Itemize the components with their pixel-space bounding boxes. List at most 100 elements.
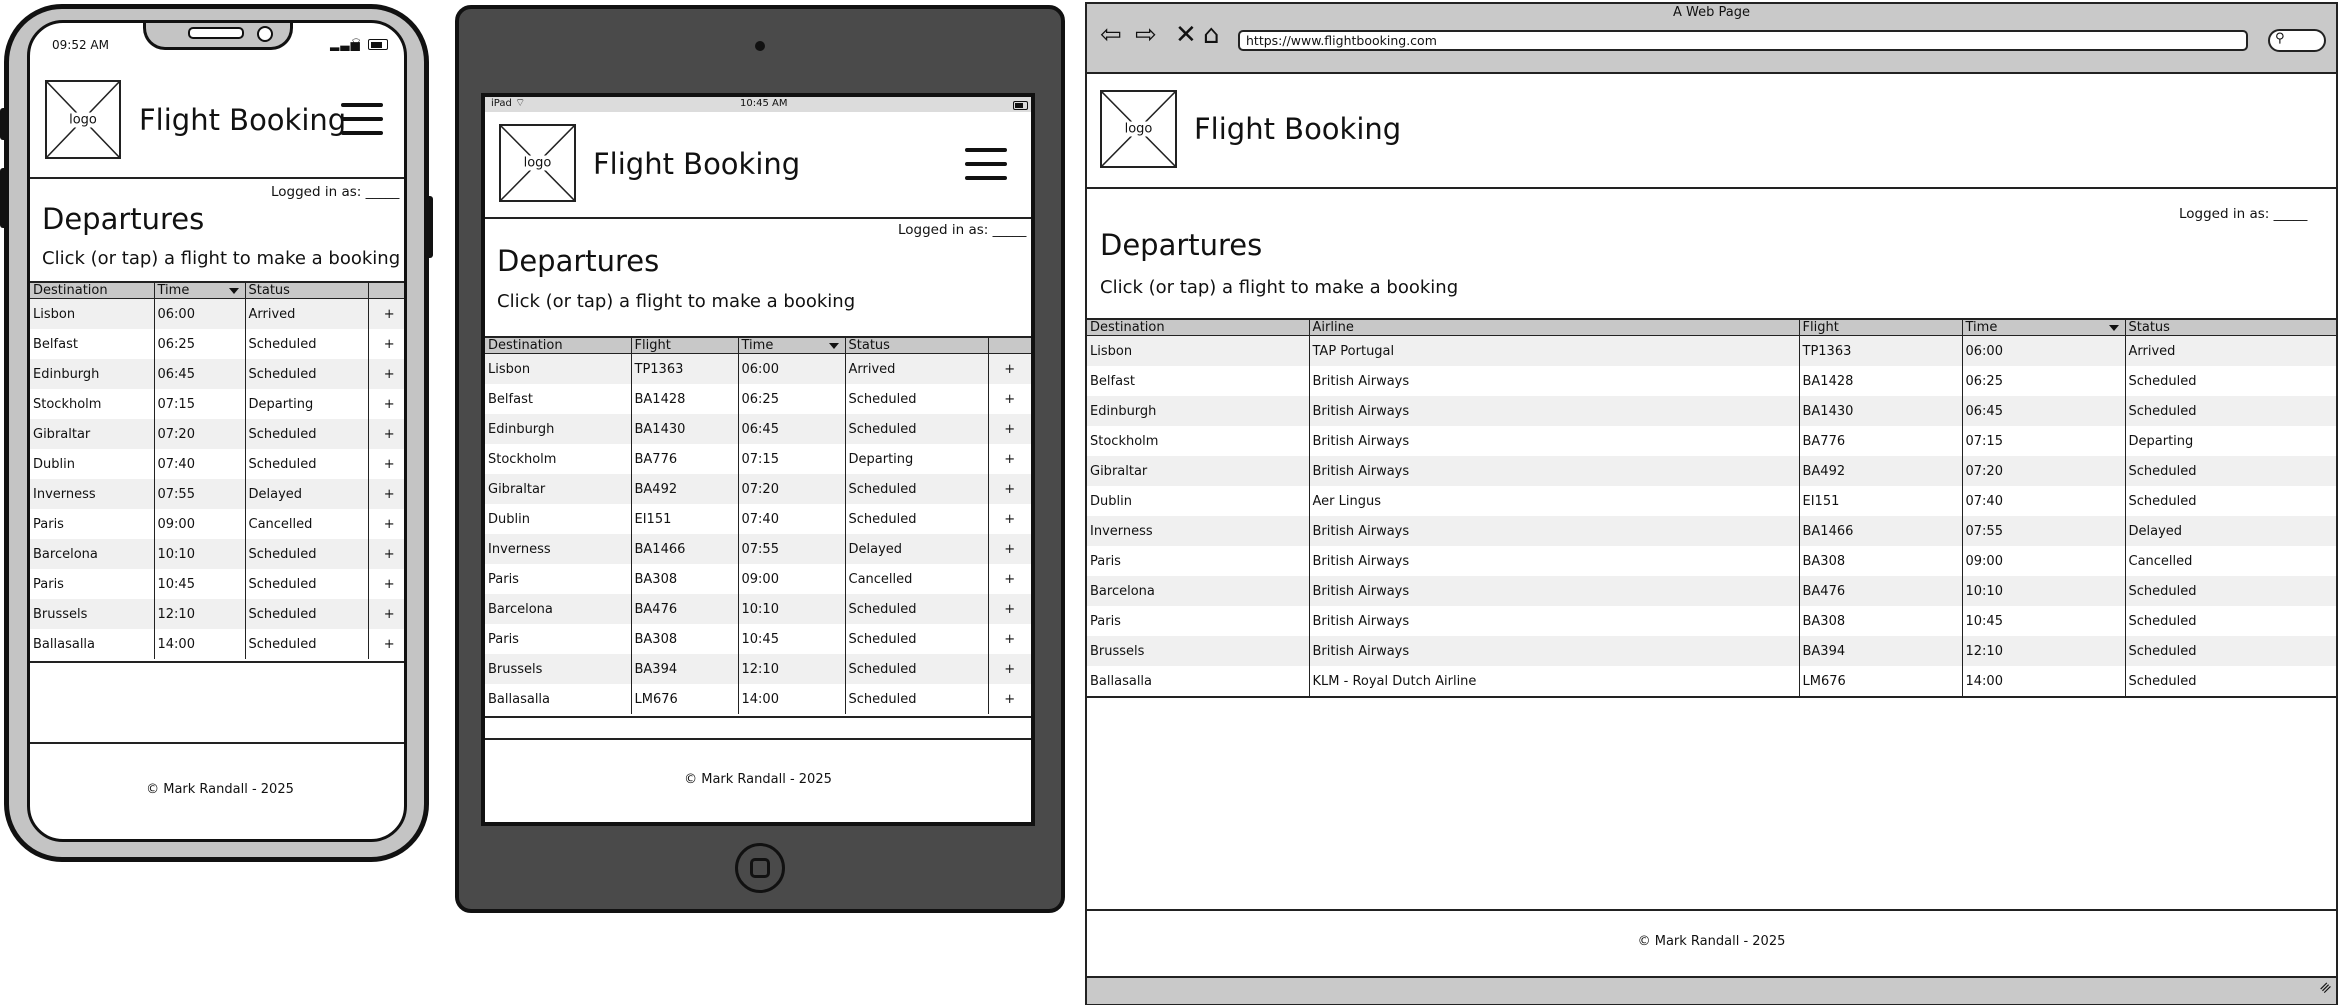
table-row[interactable]: Brussels British Airways BA394 12:10 Schedul… bbox=[1087, 636, 2336, 666]
table-row[interactable]: Belfast BA1428 06:25 Scheduled + bbox=[485, 384, 1031, 414]
column-header-time[interactable]: Time bbox=[153, 283, 245, 299]
table-row[interactable]: Ballasalla KLM - Royal Dutch Airline LM676… bbox=[1087, 666, 2336, 696]
address-bar[interactable]: https://www.flightbooking.com bbox=[1238, 30, 2248, 51]
book-flight-button[interactable]: + bbox=[367, 569, 404, 599]
table-row[interactable]: Lisbon 06:00 Arrived + bbox=[30, 298, 404, 329]
book-flight-button[interactable]: + bbox=[367, 329, 404, 359]
cell-destination: Inverness bbox=[30, 479, 154, 509]
table-row[interactable]: Edinburgh 06:45 Scheduled + bbox=[30, 359, 404, 389]
cell-airline: British Airways bbox=[1308, 636, 1799, 666]
cell-airline: British Airways bbox=[1308, 516, 1799, 546]
column-header-destination[interactable]: Destination bbox=[485, 338, 631, 354]
close-icon[interactable]: ✕ bbox=[1175, 22, 1197, 48]
forward-arrow-icon[interactable]: ⇨ bbox=[1135, 22, 1157, 48]
book-flight-button[interactable]: + bbox=[987, 654, 1031, 684]
book-flight-button[interactable]: + bbox=[987, 594, 1031, 624]
table-row[interactable]: Stockholm British Airways BA776 07:15 Depart… bbox=[1087, 426, 2336, 456]
table-row[interactable]: Belfast British Airways BA1428 06:25 Schedul… bbox=[1087, 366, 2336, 396]
page-title: Departures bbox=[497, 244, 660, 278]
home-button[interactable] bbox=[735, 843, 785, 893]
cell-status: Scheduled bbox=[844, 384, 988, 414]
home-icon[interactable]: ⌂ bbox=[1203, 22, 1220, 48]
table-row[interactable]: Brussels 12:10 Scheduled + bbox=[30, 599, 404, 629]
book-flight-button[interactable]: + bbox=[987, 624, 1031, 654]
book-flight-button[interactable]: + bbox=[367, 389, 404, 419]
column-header-destination[interactable]: Destination bbox=[30, 283, 154, 299]
book-flight-button[interactable]: + bbox=[367, 509, 404, 539]
cell-time: 06:00 bbox=[1961, 335, 2125, 366]
column-header-flight[interactable]: Flight bbox=[630, 338, 738, 354]
cell-flight: BA308 bbox=[630, 624, 738, 654]
table-row[interactable]: Ballasalla 14:00 Scheduled + bbox=[30, 629, 404, 659]
book-flight-button[interactable]: + bbox=[987, 534, 1031, 564]
table-row[interactable]: Paris 09:00 Cancelled + bbox=[30, 509, 404, 539]
table-row[interactable]: Barcelona BA476 10:10 Scheduled + bbox=[485, 594, 1031, 624]
cell-destination: Dublin bbox=[30, 449, 154, 479]
book-flight-button[interactable]: + bbox=[367, 298, 404, 329]
column-header-time[interactable]: Time bbox=[1961, 320, 2125, 336]
book-flight-button[interactable]: + bbox=[367, 629, 404, 659]
logo[interactable]: logo bbox=[1100, 90, 1177, 168]
cell-flight: BA492 bbox=[630, 474, 738, 504]
table-row[interactable]: Inverness British Airways BA1466 07:55 Delay… bbox=[1087, 516, 2336, 546]
column-header-status[interactable]: Status bbox=[2124, 320, 2336, 336]
book-flight-button[interactable]: + bbox=[987, 444, 1031, 474]
book-flight-button[interactable]: + bbox=[367, 449, 404, 479]
table-row[interactable]: Inverness 07:55 Delayed + bbox=[30, 479, 404, 509]
table-row[interactable]: Dublin EI151 07:40 Scheduled + bbox=[485, 504, 1031, 534]
column-header-airline[interactable]: Airline bbox=[1308, 320, 1799, 336]
table-row[interactable]: Dublin Aer Lingus EI151 07:40 Scheduled bbox=[1087, 486, 2336, 516]
logo[interactable]: logo bbox=[499, 124, 576, 202]
table-row[interactable]: Lisbon TAP Portugal TP1363 06:00 Arrived bbox=[1087, 335, 2336, 366]
resize-grip-icon[interactable]: ≡ bbox=[2316, 978, 2336, 998]
book-flight-button[interactable]: + bbox=[987, 353, 1031, 384]
table-row[interactable]: Gibraltar BA492 07:20 Scheduled + bbox=[485, 474, 1031, 504]
column-header-flight[interactable]: Flight bbox=[1798, 320, 1962, 336]
table-row[interactable]: Stockholm BA776 07:15 Departing + bbox=[485, 444, 1031, 474]
table-row[interactable]: Inverness BA1466 07:55 Delayed + bbox=[485, 534, 1031, 564]
book-flight-button[interactable]: + bbox=[987, 684, 1031, 714]
book-flight-button[interactable]: + bbox=[367, 479, 404, 509]
table-row[interactable]: Gibraltar British Airways BA492 07:20 Schedu… bbox=[1087, 456, 2336, 486]
book-flight-button[interactable]: + bbox=[367, 359, 404, 389]
table-row[interactable]: Belfast 06:25 Scheduled + bbox=[30, 329, 404, 359]
table-row[interactable]: Stockholm 07:15 Departing + bbox=[30, 389, 404, 419]
table-row[interactable]: Barcelona 10:10 Scheduled + bbox=[30, 539, 404, 569]
book-flight-button[interactable]: + bbox=[367, 539, 404, 569]
search-field[interactable]: ⚲ bbox=[2268, 29, 2326, 52]
sort-descending-icon[interactable] bbox=[828, 343, 839, 349]
hamburger-menu-icon[interactable] bbox=[341, 103, 383, 145]
book-flight-button[interactable]: + bbox=[367, 599, 404, 629]
table-row[interactable]: Paris British Airways BA308 09:00 Cancelled bbox=[1087, 546, 2336, 576]
sort-descending-icon[interactable] bbox=[2108, 325, 2119, 331]
book-flight-button[interactable]: + bbox=[987, 384, 1031, 414]
table-row[interactable]: Brussels BA394 12:10 Scheduled + bbox=[485, 654, 1031, 684]
column-header-time[interactable]: Time bbox=[737, 338, 845, 354]
logo[interactable]: logo bbox=[45, 80, 121, 159]
book-flight-button[interactable]: + bbox=[367, 419, 404, 449]
column-header-status[interactable]: Status bbox=[244, 283, 368, 299]
table-row[interactable]: Paris 10:45 Scheduled + bbox=[30, 569, 404, 599]
table-row[interactable]: Paris BA308 09:00 Cancelled + bbox=[485, 564, 1031, 594]
table-row[interactable]: Paris BA308 10:45 Scheduled + bbox=[485, 624, 1031, 654]
sort-descending-icon[interactable] bbox=[228, 288, 239, 294]
table-row[interactable]: Barcelona British Airways BA476 10:10 Schedu… bbox=[1087, 576, 2336, 606]
column-header-destination[interactable]: Destination bbox=[1087, 320, 1309, 336]
table-row[interactable]: Paris British Airways BA308 10:45 Scheduled bbox=[1087, 606, 2336, 636]
book-flight-button[interactable]: + bbox=[987, 414, 1031, 444]
table-row[interactable]: Lisbon TP1363 06:00 Arrived + bbox=[485, 353, 1031, 384]
book-flight-button[interactable]: + bbox=[987, 564, 1031, 594]
book-flight-button[interactable]: + bbox=[987, 504, 1031, 534]
cell-time: 09:00 bbox=[737, 564, 845, 594]
cell-destination: Gibraltar bbox=[485, 474, 631, 504]
table-row[interactable]: Gibraltar 07:20 Scheduled + bbox=[30, 419, 404, 449]
hamburger-menu-icon[interactable] bbox=[965, 148, 1007, 190]
book-flight-button[interactable]: + bbox=[987, 474, 1031, 504]
table-row[interactable]: Ballasalla LM676 14:00 Scheduled + bbox=[485, 684, 1031, 714]
column-header-status[interactable]: Status bbox=[844, 338, 988, 354]
back-arrow-icon[interactable]: ⇦ bbox=[1100, 22, 1122, 48]
cell-time: 10:45 bbox=[153, 569, 245, 599]
table-row[interactable]: Edinburgh British Airways BA1430 06:45 Sched… bbox=[1087, 396, 2336, 426]
table-row[interactable]: Edinburgh BA1430 06:45 Scheduled + bbox=[485, 414, 1031, 444]
table-row[interactable]: Dublin 07:40 Scheduled + bbox=[30, 449, 404, 479]
